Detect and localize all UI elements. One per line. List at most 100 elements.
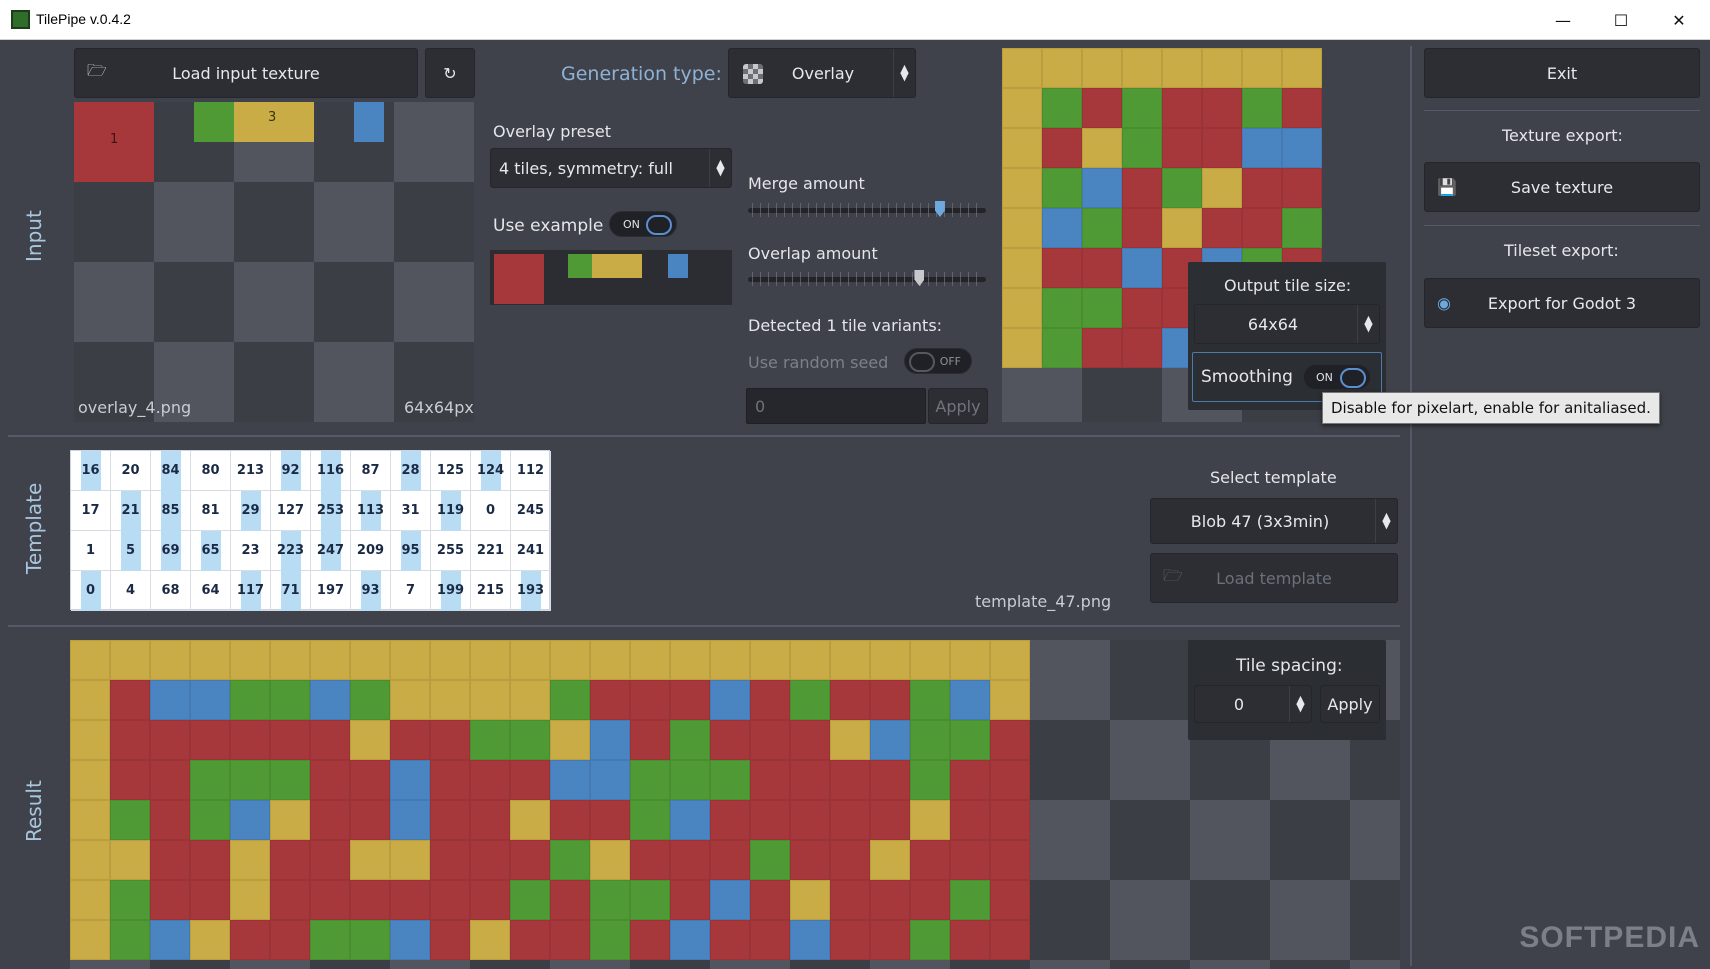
softpedia-watermark: SOFTPEDIA — [1519, 921, 1700, 954]
tile-cell — [1202, 48, 1242, 88]
tile-cell — [150, 920, 190, 960]
template-cell: 95 — [391, 531, 431, 571]
template-cell: 5 — [111, 531, 151, 571]
tile-cell — [150, 800, 190, 840]
app-icon — [11, 10, 30, 29]
tile-cell — [1202, 88, 1242, 128]
input-tile-yellow: 3 — [234, 102, 314, 142]
template-cell: 81 — [191, 491, 231, 531]
seed-input[interactable]: 0 — [746, 388, 926, 424]
tile-cell — [190, 680, 230, 720]
exit-button[interactable]: Exit — [1424, 48, 1700, 98]
tile-cell — [910, 640, 950, 680]
tile-cell — [470, 840, 510, 880]
output-tile-size-select[interactable]: 64x64 ▲ ▼ — [1194, 304, 1380, 344]
template-cell: 69 — [151, 531, 191, 571]
tile-cell — [630, 760, 670, 800]
example-preview — [490, 250, 732, 305]
tile-cell — [630, 680, 670, 720]
tile-cell — [350, 680, 390, 720]
random-seed-toggle[interactable]: OFF — [904, 348, 972, 374]
template-cell: 31 — [391, 491, 431, 531]
tile-cell — [270, 800, 310, 840]
load-template-button[interactable]: 🗁 Load template — [1150, 553, 1398, 603]
tile-cell — [510, 920, 550, 960]
tile-cell — [1042, 248, 1082, 288]
load-template-label: Load template — [1216, 568, 1332, 588]
overlay-preset-select[interactable]: 4 tiles, symmetry: full ▲ ▼ — [490, 148, 732, 188]
seed-apply-button[interactable]: Apply — [928, 388, 988, 424]
template-cell: 253 — [311, 491, 351, 531]
template-cell: 1 — [71, 531, 111, 571]
tile-cell — [910, 760, 950, 800]
template-select[interactable]: Blob 47 (3x3min) ▲ ▼ — [1150, 498, 1398, 544]
tile-cell — [990, 920, 1030, 960]
tile-cell — [1282, 208, 1322, 248]
tile-cell — [390, 840, 430, 880]
tile-cell — [310, 640, 350, 680]
template-cell: 16 — [71, 451, 111, 491]
tile-cell — [310, 680, 350, 720]
tile-cell — [110, 680, 150, 720]
tile-cell — [1082, 48, 1122, 88]
chevron-updown-icon: ▲ ▼ — [1289, 686, 1311, 722]
tile-cell — [510, 760, 550, 800]
close-button[interactable]: ✕ — [1650, 0, 1708, 40]
tile-cell — [110, 720, 150, 760]
chevron-updown-icon: ▲ ▼ — [893, 49, 915, 97]
use-example-toggle[interactable]: ON — [609, 211, 677, 237]
load-input-texture-button[interactable]: 🗁 Load input texture — [74, 48, 418, 98]
tile-cell — [830, 880, 870, 920]
tile-cell — [430, 920, 470, 960]
tile-cell — [310, 880, 350, 920]
tile-cell — [1242, 48, 1282, 88]
tile-cell — [1242, 128, 1282, 168]
tile-cell — [910, 840, 950, 880]
save-texture-button[interactable]: 💾 Save texture — [1424, 162, 1700, 212]
result-tiles — [70, 640, 1030, 969]
title-bar: TilePipe v.0.4.2 — ☐ ✕ — [0, 0, 1710, 40]
tile-cell — [910, 720, 950, 760]
tile-cell — [1122, 48, 1162, 88]
template-cell: 23 — [231, 531, 271, 571]
tile-cell — [430, 640, 470, 680]
template-cell: 127 — [271, 491, 311, 531]
merge-amount-slider[interactable] — [748, 201, 986, 217]
toggle-knob — [1340, 368, 1366, 388]
tile-spacing-spinbox[interactable]: 0 ▲ ▼ — [1194, 685, 1312, 723]
tile-cell — [710, 880, 750, 920]
tile-cell — [550, 880, 590, 920]
tile-cell — [350, 840, 390, 880]
tile-cell — [590, 680, 630, 720]
example-tile-yellow — [592, 254, 642, 278]
tile-cell — [550, 760, 590, 800]
template-cell: 193 — [511, 571, 551, 611]
smoothing-label: Smoothing — [1201, 367, 1293, 387]
tile-cell — [270, 640, 310, 680]
reload-button[interactable]: ↻ — [425, 48, 475, 98]
tile-cell — [870, 640, 910, 680]
tile-cell — [990, 680, 1030, 720]
overlay-preset-label: Overlay preset — [493, 122, 611, 141]
maximize-button[interactable]: ☐ — [1592, 0, 1650, 40]
generation-type-select[interactable]: Overlay ▲ ▼ — [728, 48, 916, 98]
template-cell: 4 — [111, 571, 151, 611]
tile-cell — [230, 680, 270, 720]
tile-cell — [430, 720, 470, 760]
export-godot-label: Export for Godot 3 — [1487, 293, 1637, 313]
tile-cell — [70, 760, 110, 800]
tile-cell — [310, 840, 350, 880]
tile-cell — [70, 720, 110, 760]
smoothing-toggle[interactable]: ON — [1303, 364, 1371, 390]
template-cell: 92 — [271, 451, 311, 491]
output-settings-panel: Output tile size: 64x64 ▲ ▼ Smoothing ON — [1188, 262, 1386, 410]
export-godot-button[interactable]: ◉ Export for Godot 3 — [1424, 278, 1700, 328]
tile-spacing-apply-button[interactable]: Apply — [1320, 685, 1380, 723]
tile-cell — [510, 720, 550, 760]
tile-cell — [150, 720, 190, 760]
minimize-button[interactable]: — — [1534, 0, 1592, 40]
tile-cell — [670, 840, 710, 880]
separator — [1424, 225, 1700, 226]
tile-spacing-label: Tile spacing: — [1236, 656, 1343, 676]
overlap-amount-slider[interactable] — [748, 270, 986, 286]
